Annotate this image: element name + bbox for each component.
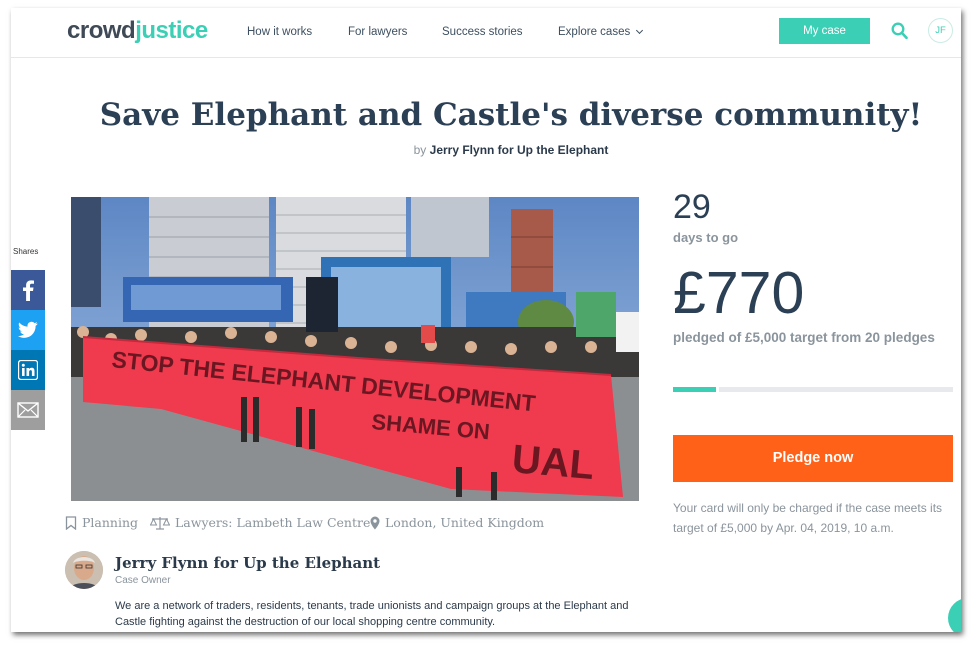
banner-text-3: UAL (510, 437, 596, 488)
pledge-now-button[interactable]: Pledge now (673, 435, 953, 482)
case-byline: by Jerry Flynn for Up the Elephant (11, 142, 961, 158)
user-avatar[interactable]: JF (928, 18, 953, 43)
nav-how-it-works[interactable]: How it works (247, 25, 312, 39)
crowdjustice-logo[interactable]: crowdjustice (67, 17, 208, 45)
case-lawyers[interactable]: Lawyers: Lambeth Law Centre (150, 515, 370, 531)
funding-progress-fill (673, 387, 717, 392)
my-case-button[interactable]: My case (779, 18, 870, 44)
bookmark-icon (65, 516, 77, 530)
chat-widget-button[interactable] (948, 598, 961, 632)
protest-photo: STOP THE ELEPHANT DEVELOPMENT SHAME ON U… (71, 197, 639, 501)
case-title: Save Elephant and Castle's diverse commu… (99, 97, 923, 133)
shares-label: Shares (13, 247, 39, 256)
search-icon[interactable] (891, 22, 908, 40)
case-stage: Planning (65, 515, 138, 531)
owner-name[interactable]: Jerry Flynn for Up the Elephant (115, 554, 380, 572)
case-description: We are a network of traders, residents, … (115, 600, 629, 628)
twitter-share-button[interactable] (11, 310, 45, 350)
case-location-label: London, United Kingdom (385, 515, 545, 530)
nav-success-stories[interactable]: Success stories (442, 25, 523, 39)
charge-notice: Your card will only be charged if the ca… (673, 501, 943, 535)
case-stage-label: Planning (82, 515, 139, 530)
linkedin-share-button[interactable] (11, 350, 45, 390)
days-remaining-label: days to go (673, 230, 739, 245)
owner-role: Case Owner (115, 575, 171, 586)
chevron-down-icon (636, 26, 644, 35)
scales-icon (150, 517, 170, 530)
amount-pledged: £770 (673, 260, 805, 326)
nav-explore-cases[interactable]: Explore cases (558, 25, 644, 39)
funding-progress-divider (716, 387, 720, 392)
twitter-icon (18, 321, 38, 338)
case-lawyers-label: Lawyers: Lambeth Law Centre (175, 515, 371, 530)
facebook-share-button[interactable] (11, 270, 45, 310)
case-photo: STOP THE ELEPHANT DEVELOPMENT SHAME ON U… (71, 197, 639, 501)
linkedin-icon (18, 360, 38, 380)
email-icon (17, 402, 39, 418)
page-frame: crowdjustice How it works For lawyers Su… (11, 8, 961, 632)
byline-prefix: by (413, 143, 427, 157)
location-pin-icon (370, 516, 380, 530)
logo-justice: justice (135, 17, 208, 44)
days-remaining: 29 (673, 188, 711, 226)
nav-for-lawyers[interactable]: For lawyers (348, 25, 407, 39)
logo-crowd: crowd (67, 17, 136, 44)
nav-explore-cases-label: Explore cases (558, 26, 631, 38)
facebook-icon (23, 280, 34, 301)
owner-avatar (65, 551, 103, 589)
case-location: London, United Kingdom (370, 515, 544, 531)
pledged-summary: pledged of £5,000 target from 20 pledges (673, 330, 935, 345)
byline-author[interactable]: Jerry Flynn for Up the Elephant (430, 143, 609, 157)
site-header: crowdjustice How it works For lawyers Su… (11, 8, 961, 58)
owner-portrait (65, 551, 103, 589)
funding-progress-bar (673, 387, 953, 392)
email-share-button[interactable] (11, 390, 45, 430)
